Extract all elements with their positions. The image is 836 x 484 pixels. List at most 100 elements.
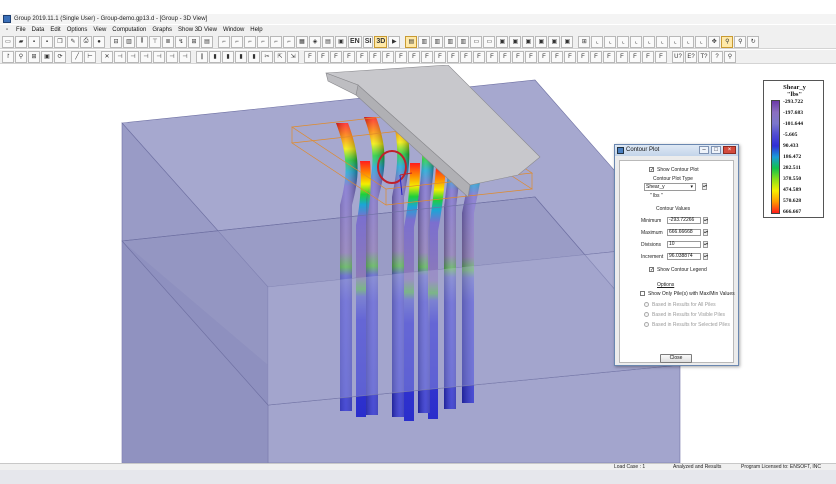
draw-line-icon[interactable]: ╱ (71, 50, 83, 63)
run-icon[interactable]: ◈ (309, 35, 321, 48)
grid-view-icon[interactable]: ⊞ (28, 50, 40, 63)
contour-icon-5[interactable]: ▮ (248, 50, 260, 63)
play-icon[interactable]: ▶ (388, 35, 401, 48)
menu-data[interactable]: Data (29, 25, 48, 35)
graph-icon-11[interactable]: ▣ (535, 35, 548, 48)
fx-icon-17[interactable]: F (512, 50, 524, 63)
graph-icon-7[interactable]: ▭ (483, 35, 496, 48)
curve-icon-2[interactable]: ⌐ (231, 35, 243, 48)
document-icon[interactable]: ▫ (3, 25, 13, 35)
fx-icon-16[interactable]: F (499, 50, 511, 63)
pile-tool-icon[interactable]: ↾ (2, 50, 14, 63)
show-contour-legend-checkbox[interactable]: ✓ (649, 267, 654, 273)
move-icon[interactable]: ✥ (708, 35, 721, 48)
marker-tool-icon[interactable]: ⚲ (724, 50, 736, 63)
menu-window[interactable]: Window (220, 25, 247, 35)
menu-help[interactable]: Help (247, 25, 265, 35)
fx-icon-25[interactable]: F (616, 50, 628, 63)
graph-icon-8[interactable]: ▣ (496, 35, 509, 48)
pile-cap-icon[interactable]: ⊟ (110, 35, 122, 48)
split-icon-6[interactable]: ⊣ (179, 50, 191, 63)
menu-file[interactable]: File (13, 25, 29, 35)
divisions-field[interactable]: 10 (667, 241, 701, 248)
menu-show-3d-view[interactable]: Show 3D View (175, 25, 220, 35)
fx-icon-24[interactable]: F (603, 50, 615, 63)
axis-icon-2[interactable]: ⌞ (604, 35, 617, 48)
split-icon-5[interactable]: ⊣ (166, 50, 178, 63)
minimum-spinner[interactable]: ▴▾ (703, 217, 708, 224)
maximum-spinner[interactable]: ▴▾ (703, 229, 708, 236)
grid-icon[interactable]: ⊞ (578, 35, 591, 48)
axis-icon-1[interactable]: ⌞ (591, 35, 604, 48)
force-icon[interactable]: ⇲ (287, 50, 299, 63)
delete-icon[interactable]: ✕ (101, 50, 113, 63)
fx-icon-15[interactable]: F (486, 50, 498, 63)
dialog-title-bar[interactable]: Contour Plot – □ × (615, 145, 738, 156)
radio-visible-piles[interactable] (644, 312, 649, 317)
axis-icon-4[interactable]: ⌞ (630, 35, 643, 48)
pile-group-icon[interactable]: ⫼ (136, 35, 148, 48)
scale-icon[interactable]: ⇱ (274, 50, 286, 63)
si-units-button[interactable]: SI (362, 35, 374, 48)
graph-icon-4[interactable]: ▥ (444, 35, 457, 48)
maximize-icon[interactable]: □ (711, 146, 721, 154)
maximum-field[interactable]: 666.66668 (667, 229, 701, 236)
minimize-icon[interactable]: – (699, 146, 709, 154)
graph-icon-12[interactable]: ▣ (548, 35, 561, 48)
menu-graphs[interactable]: Graphs (149, 25, 175, 35)
axis-icon-6[interactable]: ⌞ (656, 35, 669, 48)
fx-icon-7[interactable]: F (382, 50, 394, 63)
fx-icon-8[interactable]: F (395, 50, 407, 63)
axis-icon-7[interactable]: ⌞ (669, 35, 682, 48)
copy-icon[interactable]: ❐ (54, 35, 66, 48)
help-e-icon[interactable]: E? (685, 50, 697, 63)
menu-options[interactable]: Options (64, 25, 91, 35)
fx-icon-12[interactable]: F (447, 50, 459, 63)
rotate-view-icon[interactable]: ⟳ (54, 50, 66, 63)
fx-icon-19[interactable]: F (538, 50, 550, 63)
increment-field[interactable]: 96.038874 (667, 253, 701, 260)
save-as-icon[interactable]: ▪ (41, 35, 53, 48)
fx-icon-14[interactable]: F (473, 50, 485, 63)
help-icon[interactable]: ? (711, 50, 723, 63)
show-contour-plot-checkbox[interactable]: ✓ (649, 167, 654, 173)
table-icon[interactable]: ▦ (296, 35, 308, 48)
close-icon[interactable]: × (723, 146, 736, 154)
split-icon-2[interactable]: ⊣ (127, 50, 139, 63)
marker-icon[interactable]: ⚲ (734, 35, 747, 48)
fx-icon-21[interactable]: F (564, 50, 576, 63)
fx-icon-11[interactable]: F (434, 50, 446, 63)
show-only-piles-checkbox[interactable] (640, 291, 645, 296)
fx-icon-22[interactable]: F (577, 50, 589, 63)
english-units-button[interactable]: EN (348, 35, 362, 48)
load-icon[interactable]: ↯ (175, 35, 187, 48)
save-icon[interactable]: ▪ (28, 35, 40, 48)
fx-icon-2[interactable]: F (317, 50, 329, 63)
curve-icon-1[interactable]: ⌐ (218, 35, 230, 48)
curve-icon-5[interactable]: ⌐ (270, 35, 282, 48)
pile-head-icon[interactable]: ⊤ (149, 35, 161, 48)
fx-icon-6[interactable]: F (369, 50, 381, 63)
split-icon-4[interactable]: ⊣ (153, 50, 165, 63)
soil-layer-icon[interactable]: ≣ (162, 35, 174, 48)
fx-icon-18[interactable]: F (525, 50, 537, 63)
section-icon[interactable]: ▥ (123, 35, 135, 48)
graph-icon-6[interactable]: ▭ (470, 35, 483, 48)
fx-icon-26[interactable]: F (629, 50, 641, 63)
split-icon-1[interactable]: ⊣ (114, 50, 126, 63)
measure-icon[interactable]: ⊢ (84, 50, 96, 63)
report-icon[interactable]: ▤ (322, 35, 334, 48)
fx-icon-9[interactable]: F (408, 50, 420, 63)
menu-computation[interactable]: Computation (109, 25, 149, 35)
fx-icon-13[interactable]: F (460, 50, 472, 63)
graph-icon-9[interactable]: ▣ (509, 35, 522, 48)
contour-icon-3[interactable]: ▮ (222, 50, 234, 63)
contour-icon-1[interactable]: ∥ (196, 50, 208, 63)
graph-icon-10[interactable]: ▣ (522, 35, 535, 48)
fx-icon-20[interactable]: F (551, 50, 563, 63)
menu-view[interactable]: View (90, 25, 109, 35)
menu-edit[interactable]: Edit (47, 25, 63, 35)
minimum-field[interactable]: -293.72266 (667, 217, 701, 224)
axis-icon-5[interactable]: ⌞ (643, 35, 656, 48)
contour-icon-2[interactable]: ▮ (209, 50, 221, 63)
